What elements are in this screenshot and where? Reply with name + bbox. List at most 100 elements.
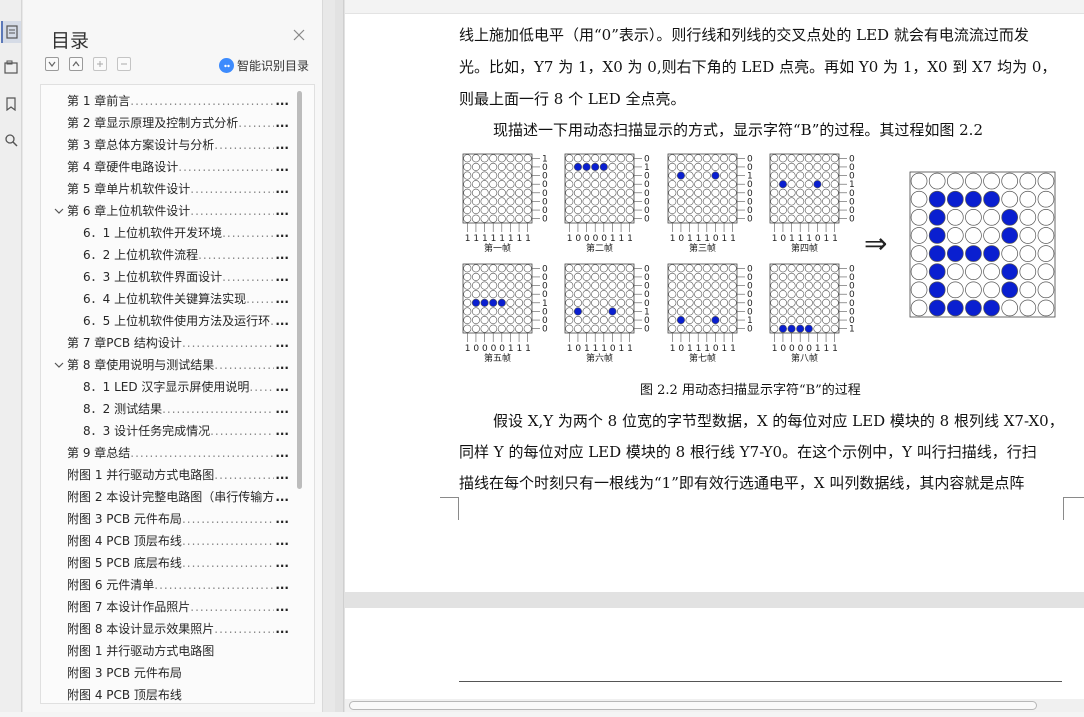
outline-toggle-icon[interactable] (1, 21, 21, 43)
divider (343, 0, 344, 717)
toc-item-label: 6．2 上位机软件流程 (83, 248, 199, 262)
bookmark-icon[interactable] (1, 93, 21, 115)
toc-item[interactable]: 6．1 上位机软件开发环境...........................… (83, 222, 289, 244)
search-icon[interactable] (1, 129, 21, 151)
toc-leader-dots: ........................................… (190, 204, 274, 218)
led-dot (685, 206, 694, 215)
toc-item[interactable]: 附图 2 本设计完整电路图（串行传输方.....................… (67, 486, 289, 508)
chevron-down-icon[interactable] (54, 360, 64, 370)
smart-recognize-toc-button[interactable]: 智能识别目录 (219, 57, 309, 74)
led-dot (668, 264, 677, 273)
led-dot (694, 206, 703, 215)
led-dot (822, 307, 831, 316)
toc-item[interactable]: 附图 3 PCB 元件布局...........................… (67, 508, 289, 530)
minus-icon (121, 63, 127, 65)
led-dot (685, 171, 694, 180)
led-dot (685, 197, 694, 206)
led-dot (702, 171, 711, 180)
toc-scrollbar[interactable] (297, 91, 302, 489)
led-dot (694, 316, 703, 325)
led-dot (515, 281, 524, 290)
toc-item[interactable]: 第 2 章显示原理及控制方式分析........................… (67, 112, 289, 134)
toc-item[interactable]: 第 9 章总结.................................… (67, 442, 289, 464)
toc-item[interactable]: 8．3 设计任务完成情况............................… (83, 420, 289, 442)
led-dot (702, 154, 711, 163)
led-dot (983, 263, 1000, 280)
led-dot (813, 316, 822, 325)
led-dot (728, 272, 737, 281)
led-dot (506, 298, 515, 307)
toc-item[interactable]: 第 5 章单片机软件设计............................… (67, 178, 289, 200)
expand-all-button[interactable] (45, 57, 59, 71)
column-bit-label: 0 (473, 344, 479, 354)
column-bit-label: 1 (789, 234, 795, 244)
toc-item[interactable]: 附图 1 并行驱动方式电路图 (67, 640, 289, 662)
toc-item[interactable]: 第 4 章硬件电路设计.............................… (67, 156, 289, 178)
led-dot (599, 206, 608, 215)
remove-heading-button[interactable] (117, 57, 131, 71)
led-dot (471, 197, 480, 206)
led-dot (685, 324, 694, 333)
led-dot (515, 316, 524, 325)
led-dot (676, 206, 685, 215)
led-dot (471, 154, 480, 163)
toc-item[interactable]: 第 6 章上位机软件设计............................… (67, 200, 289, 222)
toc-item[interactable]: 附图 4 PCB 顶层布线...........................… (67, 530, 289, 552)
thumbnail-icon[interactable] (1, 56, 21, 78)
led-dot (497, 281, 506, 290)
toc-item[interactable]: 6．2 上位机软件流程.............................… (83, 244, 289, 266)
chevron-down-icon[interactable] (54, 206, 64, 216)
toc-item[interactable]: 附图 8 本设计显示效果照片..........................… (67, 618, 289, 640)
led-dot (591, 324, 600, 333)
add-heading-button[interactable] (93, 57, 107, 71)
toc-leader-dots: ........................................… (178, 160, 275, 174)
toc-page-ellipsis: ... (275, 446, 289, 460)
led-dot (813, 307, 822, 316)
toc-item[interactable]: 第 3 章总体方案设计与分析..........................… (67, 134, 289, 156)
toc-item[interactable]: 附图 7 本设计作品照片............................… (67, 596, 289, 618)
led-dot (778, 154, 787, 163)
toc-item[interactable]: 6．4 上位机软件关键算法实现.........................… (83, 288, 289, 310)
column-bit-label: 1 (567, 344, 573, 354)
toc-leader-dots: ........................................… (181, 512, 274, 526)
close-icon[interactable] (292, 28, 306, 42)
horizontal-scrollbar[interactable] (345, 699, 1084, 712)
toc-item[interactable]: 6．3 上位机软件界面设计...........................… (83, 266, 289, 288)
led-dot (676, 272, 685, 281)
toc-item[interactable]: 8．2 测试结果................................… (83, 398, 289, 420)
toc-item[interactable]: 附图 4 PCB 顶层布线 (67, 684, 289, 703)
led-dot (515, 171, 524, 180)
column-bit-label: 1 (627, 344, 633, 354)
toc-item[interactable]: 6．5 上位机软件使用方法及运行环.......................… (83, 310, 289, 332)
led-dot (728, 180, 737, 189)
toc-item-label: 第 4 章硬件电路设计 (67, 160, 179, 174)
led-dot (830, 171, 839, 180)
toc-item[interactable]: 附图 1 并行驱动方式电路图..........................… (67, 464, 289, 486)
led-dot (822, 272, 831, 281)
led-dot (582, 154, 591, 163)
toc-item[interactable]: 8．1 LED 汉字显示屏使用说明.......................… (83, 376, 289, 398)
collapse-all-button[interactable] (69, 57, 83, 71)
toc-item[interactable]: 附图 6 元件清单...............................… (67, 574, 289, 596)
toc-item[interactable]: 第 8 章使用说明与测试结果..........................… (67, 354, 289, 376)
panel-title: 目录 (51, 30, 90, 52)
column-bit-label: 0 (584, 234, 590, 244)
column-bit-label: 0 (780, 344, 786, 354)
led-dot (599, 281, 608, 290)
led-dot (694, 290, 703, 299)
toc-item[interactable]: 第 1 章前言.................................… (67, 90, 289, 112)
toc-item[interactable]: 第 7 章PCB 结构设计...........................… (67, 332, 289, 354)
led-dot (947, 281, 964, 299)
led-dot (1019, 172, 1037, 190)
led-dot (523, 316, 532, 325)
led-dot (787, 298, 796, 307)
led-dot (668, 316, 677, 325)
toc-item[interactable]: 附图 3 PCB 元件布局 (67, 662, 289, 684)
frame-name-label: 第四帧 (791, 242, 818, 254)
led-dot (813, 188, 822, 197)
toc-page-ellipsis: ... (275, 490, 289, 504)
led-dot (702, 206, 711, 215)
scrollbar-thumb[interactable] (349, 701, 1037, 710)
toc-item[interactable]: 附图 5 PCB 底层布线...........................… (67, 552, 289, 574)
led-dot (796, 290, 805, 299)
